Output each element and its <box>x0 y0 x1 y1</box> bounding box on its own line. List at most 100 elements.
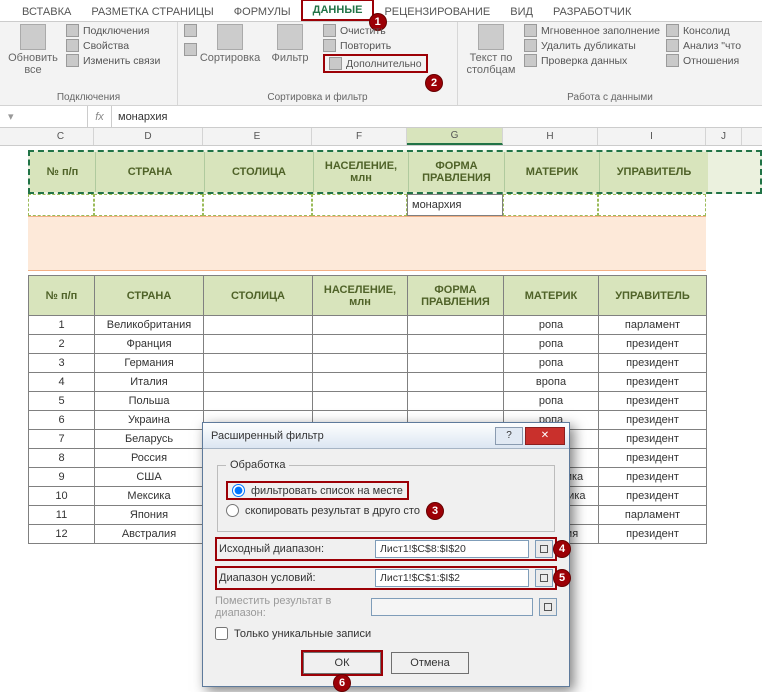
th-country[interactable]: СТРАНА <box>95 276 204 316</box>
cell-country[interactable]: Россия <box>95 449 204 468</box>
crit-header-govform[interactable]: ФОРМА ПРАВЛЕНИЯ <box>409 152 505 192</box>
tab-review[interactable]: РЕЦЕНЗИРОВАНИЕ <box>374 3 500 21</box>
cell-ruler[interactable]: президент <box>599 468 707 487</box>
cell-n[interactable]: 7 <box>29 430 95 449</box>
cell-gov[interactable] <box>408 373 504 392</box>
reapply-filter-button[interactable]: Повторить <box>323 39 428 52</box>
col-header-g[interactable]: G <box>407 128 503 145</box>
cell-country[interactable]: Япония <box>95 506 204 525</box>
table-row[interactable]: 5Польша ропапрезидент <box>29 392 707 411</box>
cell-country[interactable]: Франция <box>95 335 204 354</box>
consolidate-button[interactable]: Консолид <box>666 24 741 37</box>
cell-country[interactable]: Украина <box>95 411 204 430</box>
cell-ruler[interactable]: президент <box>599 487 707 506</box>
tab-formulas[interactable]: ФОРМУЛЫ <box>224 3 301 21</box>
advanced-filter-button[interactable]: Дополнительно <box>323 54 428 73</box>
cell-pop[interactable] <box>313 373 408 392</box>
col-header-d[interactable]: D <box>94 128 203 145</box>
cell-cont[interactable]: ропа <box>504 316 599 335</box>
criteria-range-ref-button[interactable] <box>535 569 553 587</box>
cell-country[interactable]: Польша <box>95 392 204 411</box>
col-header-e[interactable]: E <box>203 128 312 145</box>
cell-country[interactable]: Беларусь <box>95 430 204 449</box>
cell-capital[interactable] <box>204 373 313 392</box>
cell-country[interactable]: США <box>95 468 204 487</box>
cell-cont[interactable]: ропа <box>504 392 599 411</box>
unique-records-checkbox[interactable] <box>215 627 228 640</box>
cell-pop[interactable] <box>313 354 408 373</box>
col-header-h[interactable]: H <box>503 128 598 145</box>
cell-n[interactable]: 6 <box>29 411 95 430</box>
connections-button[interactable]: Подключения <box>66 24 160 37</box>
refresh-all-button[interactable]: Обновить все <box>6 24 60 76</box>
cell-capital[interactable] <box>204 316 313 335</box>
cancel-button[interactable]: Отмена <box>391 652 469 674</box>
col-header-c[interactable]: C <box>28 128 94 145</box>
cell-capital[interactable] <box>204 354 313 373</box>
th-ruler[interactable]: УПРАВИТЕЛЬ <box>599 276 707 316</box>
cell-cont[interactable]: ропа <box>504 354 599 373</box>
fx-button[interactable]: fx <box>88 106 112 127</box>
cell-pop[interactable] <box>313 392 408 411</box>
cell-gov[interactable] <box>408 335 504 354</box>
table-row[interactable]: 4Италиявропапрезидент <box>29 373 707 392</box>
th-num[interactable]: № п/п <box>29 276 95 316</box>
cell-cont[interactable]: ропа <box>504 335 599 354</box>
cell-pop[interactable] <box>313 335 408 354</box>
crit-header-capital[interactable]: СТОЛИЦА <box>205 152 314 192</box>
flash-fill-button[interactable]: Мгновенное заполнение <box>524 24 660 37</box>
cell-ruler[interactable]: парламент <box>599 316 707 335</box>
crit-header-ruler[interactable]: УПРАВИТЕЛЬ <box>600 152 708 192</box>
sort-desc-button[interactable] <box>184 43 197 56</box>
cell-n[interactable]: 9 <box>29 468 95 487</box>
cell-gov[interactable] <box>408 354 504 373</box>
crit-cell-country[interactable] <box>94 194 203 216</box>
formula-input[interactable]: монархия <box>112 111 762 123</box>
relationships-button[interactable]: Отношения <box>666 54 741 67</box>
tab-view[interactable]: ВИД <box>500 3 543 21</box>
tab-data[interactable]: ДАННЫЕ <box>301 0 375 21</box>
radio-copy[interactable] <box>226 504 239 517</box>
edit-links-button[interactable]: Изменить связи <box>66 54 160 67</box>
text-to-columns-button[interactable]: Текст по столбцам <box>464 24 518 76</box>
cell-ruler[interactable]: президент <box>599 449 707 468</box>
crit-cell-govform[interactable]: монархия <box>407 194 503 216</box>
cell-ruler[interactable]: президент <box>599 335 707 354</box>
col-header-i[interactable]: I <box>598 128 706 145</box>
cell-gov[interactable] <box>408 316 504 335</box>
col-header-j[interactable]: J <box>706 128 742 145</box>
cell-ruler[interactable]: президент <box>599 411 707 430</box>
crit-cell-num[interactable] <box>28 194 94 216</box>
cell-n[interactable]: 2 <box>29 335 95 354</box>
th-population[interactable]: НАСЕЛЕНИЕ, млн <box>313 276 408 316</box>
table-row[interactable]: 3Германияропапрезидент <box>29 354 707 373</box>
dialog-help-button[interactable]: ? <box>495 427 523 445</box>
cell-n[interactable]: 12 <box>29 525 95 544</box>
crit-cell-ruler[interactable] <box>598 194 706 216</box>
cell-cont[interactable]: вропа <box>504 373 599 392</box>
cell-ruler[interactable]: президент <box>599 392 707 411</box>
th-continent[interactable]: МАТЕРИК <box>504 276 599 316</box>
cell-capital[interactable] <box>204 335 313 354</box>
cell-country[interactable]: Австралия <box>95 525 204 544</box>
whatif-button[interactable]: Анализ "что <box>666 39 741 52</box>
cell-ruler[interactable]: президент <box>599 525 707 544</box>
sort-button[interactable]: Сортировка <box>203 24 257 64</box>
tab-insert[interactable]: ВСТАВКА <box>12 3 81 21</box>
cell-ruler[interactable]: президент <box>599 373 707 392</box>
tab-page-layout[interactable]: РАЗМЕТКА СТРАНИЦЫ <box>81 3 223 21</box>
crit-cell-continent[interactable] <box>503 194 598 216</box>
ok-button[interactable]: ОК <box>303 652 381 674</box>
crit-cell-capital[interactable] <box>203 194 312 216</box>
remove-duplicates-button[interactable]: Удалить дубликаты <box>524 39 660 52</box>
data-validation-button[interactable]: Проверка данных <box>524 54 660 67</box>
sort-asc-button[interactable] <box>184 24 197 37</box>
cell-n[interactable]: 1 <box>29 316 95 335</box>
tab-developer[interactable]: РАЗРАБОТЧИК <box>543 3 641 21</box>
col-header-f[interactable]: F <box>312 128 407 145</box>
cell-n[interactable]: 4 <box>29 373 95 392</box>
cell-ruler[interactable]: президент <box>599 430 707 449</box>
cell-n[interactable]: 5 <box>29 392 95 411</box>
cell-pop[interactable] <box>313 316 408 335</box>
crit-header-num[interactable]: № п/п <box>30 152 96 192</box>
